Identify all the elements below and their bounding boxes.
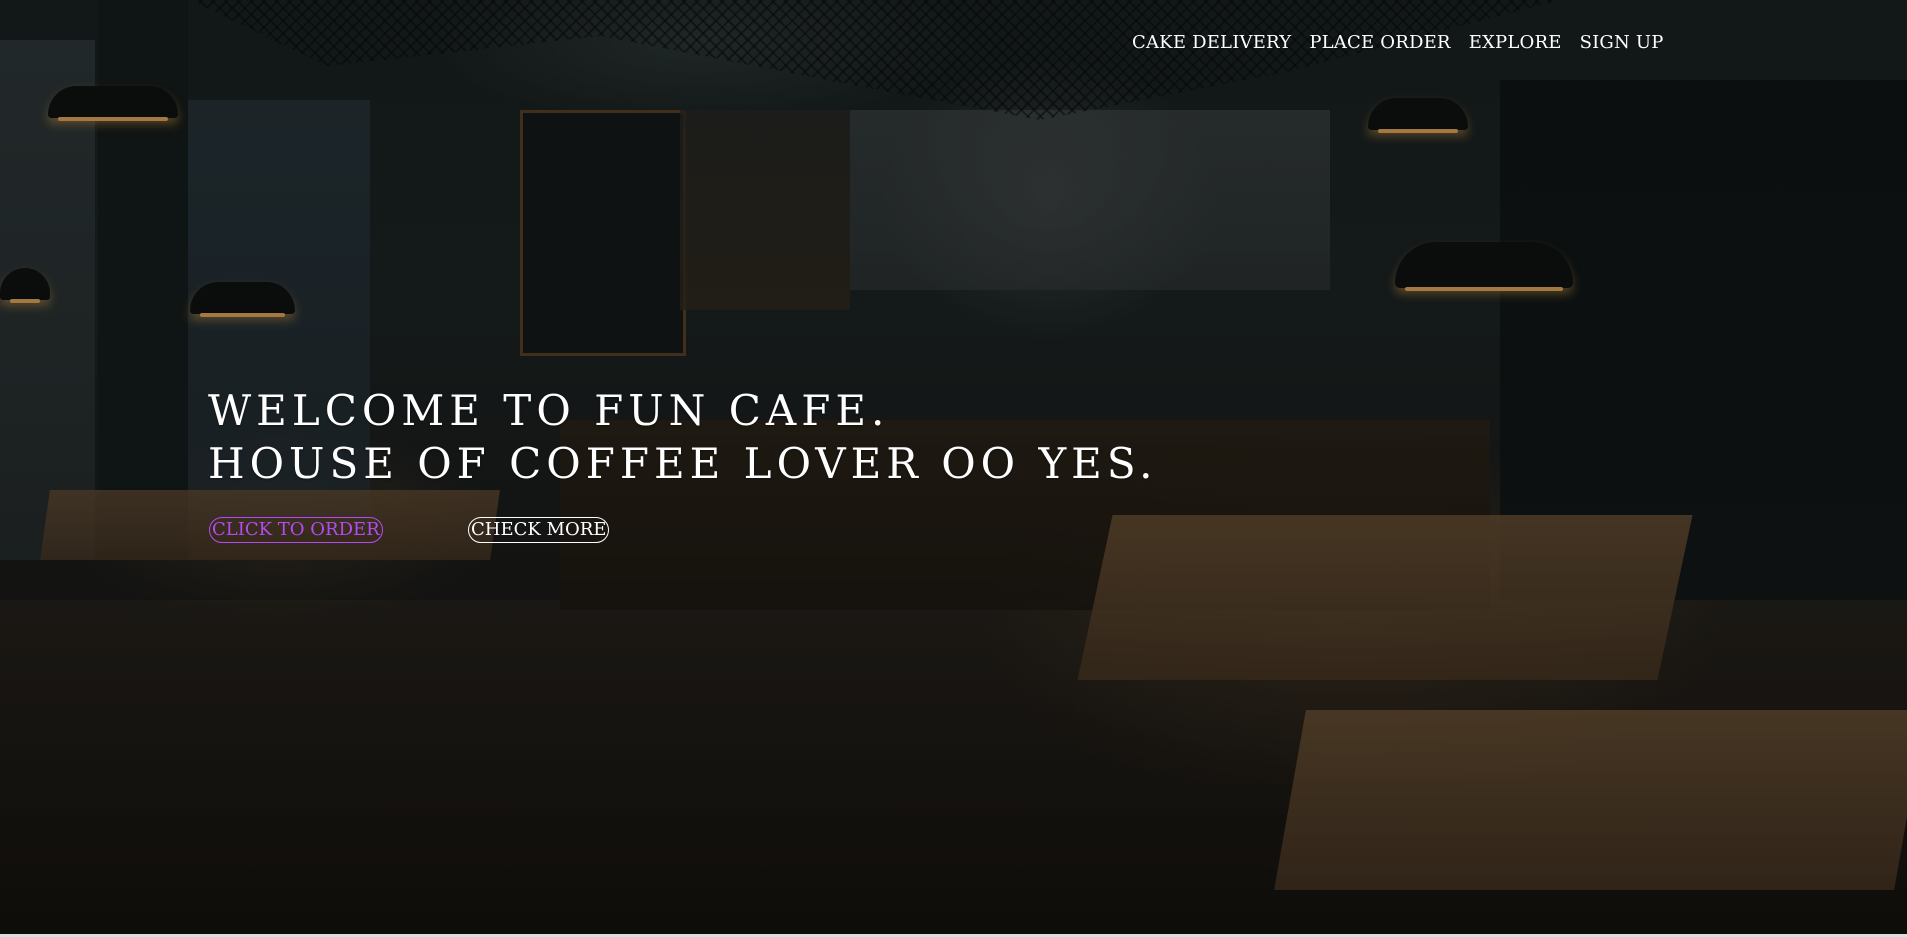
- hero-headline: WELCOME TO FUN CAFE. HOUSE OF COFFEE LOV…: [208, 384, 1157, 490]
- headline-line-2: HOUSE OF COFFEE LOVER OO YES.: [208, 439, 1158, 488]
- top-nav: CAKE DELIVERY PLACE ORDER EXPLORE SIGN U…: [1132, 32, 1664, 53]
- headline-line-1: WELCOME TO FUN CAFE.: [208, 386, 890, 435]
- click-to-order-button[interactable]: CLICK TO ORDER: [209, 517, 383, 543]
- nav-explore[interactable]: EXPLORE: [1469, 32, 1562, 53]
- nav-sign-up[interactable]: SIGN UP: [1580, 32, 1664, 53]
- nav-place-order[interactable]: PLACE ORDER: [1309, 32, 1450, 53]
- check-more-button[interactable]: CHECK MORE: [468, 517, 610, 543]
- nav-cake-delivery[interactable]: CAKE DELIVERY: [1132, 32, 1291, 53]
